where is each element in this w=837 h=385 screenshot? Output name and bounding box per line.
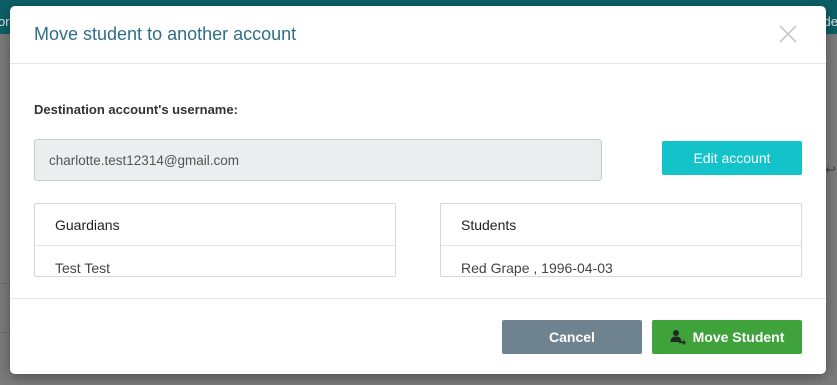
move-student-modal: Move student to another account Destinat… xyxy=(10,6,826,374)
user-move-icon xyxy=(670,329,686,345)
modal-title: Move student to another account xyxy=(34,24,297,44)
guardians-panel: Guardians Test Test xyxy=(34,203,396,277)
move-student-button[interactable]: Move Student xyxy=(652,320,802,354)
username-field-label: Destination account's username: xyxy=(34,102,238,117)
move-student-button-label: Move Student xyxy=(692,329,785,345)
guardians-header: Guardians xyxy=(35,204,395,246)
close-icon[interactable] xyxy=(778,24,798,44)
modal-header: Move student to another account xyxy=(10,6,826,64)
background-divider xyxy=(0,332,10,333)
username-field[interactable] xyxy=(34,139,602,181)
students-panel: Students Red Grape , 1996-04-03 xyxy=(440,203,802,277)
modal-footer-divider xyxy=(10,298,826,299)
student-list-item: Red Grape , 1996-04-03 xyxy=(461,260,613,276)
background-divider xyxy=(0,283,10,284)
guardian-list-item: Test Test xyxy=(55,260,110,276)
students-header: Students xyxy=(441,204,801,246)
cancel-button-label: Cancel xyxy=(549,329,595,345)
background-glyph: ↩ xyxy=(825,162,836,177)
cancel-button[interactable]: Cancel xyxy=(502,320,642,354)
background-fragment-left: or xyxy=(0,14,10,29)
edit-account-button[interactable]: Edit account xyxy=(662,141,802,175)
